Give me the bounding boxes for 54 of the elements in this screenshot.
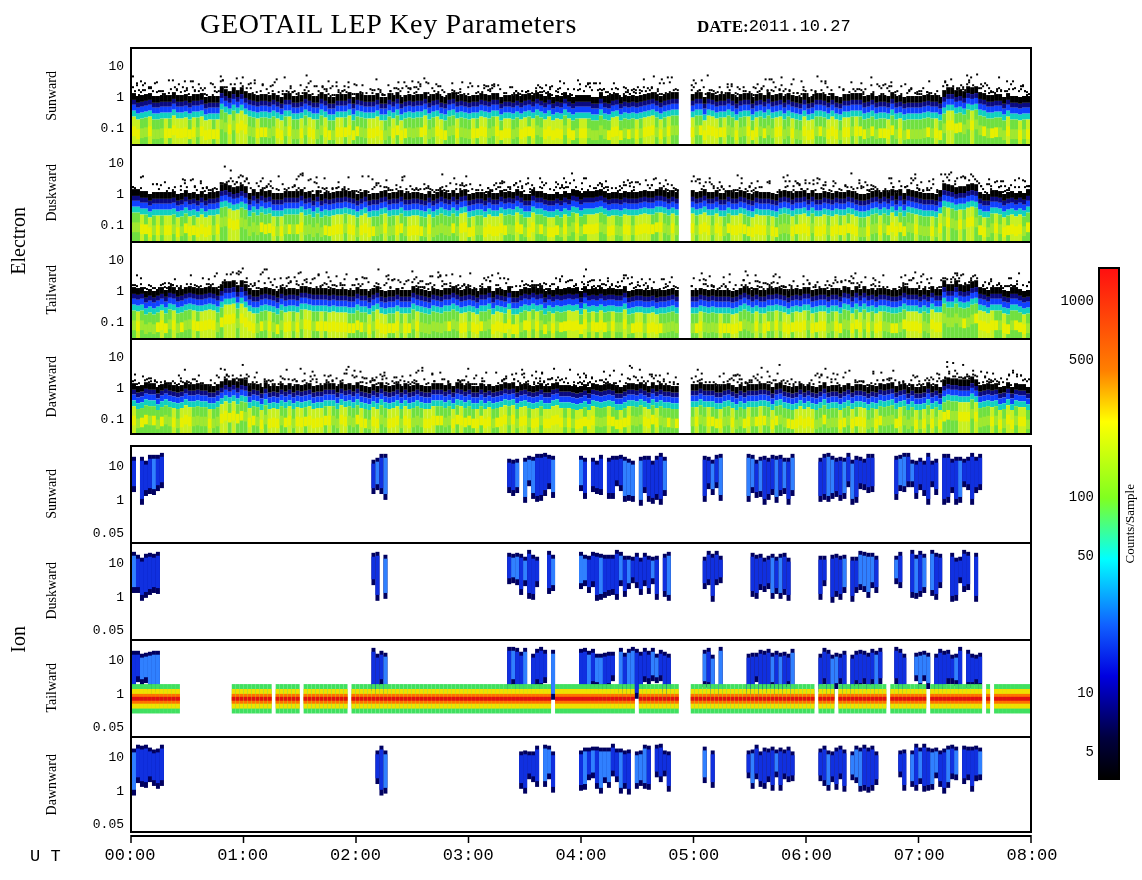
panel-label: Duskward [42,561,60,620]
x-tick-label: 04:00 [555,847,607,864]
y-tick-label: 1 [116,687,124,701]
colorbar-label: Counts/Sample [1121,483,1139,564]
y-tick-label: 1 [116,493,124,507]
y-tick-label: 1 [116,381,124,395]
x-axis-label: U T [30,845,61,868]
colorbar-tick-label: 5 [1085,745,1094,760]
panel-label: Sunward [42,70,60,121]
x-tick-label: 06:00 [781,847,832,864]
panel-label: Sunward [42,468,60,519]
panel-label: Dawnward [42,355,60,418]
group-label: Electron [6,207,30,275]
x-tick-label: 01:00 [217,847,269,864]
y-tick-label: 10 [108,556,124,570]
y-tick-label: 10 [108,653,124,667]
y-tick-label: 10 [108,59,124,73]
x-tick-label: 07:00 [893,847,945,864]
y-tick-label: 0.1 [100,121,124,135]
x-tick-label: 03:00 [442,847,494,864]
y-tick-label: 10 [108,156,124,170]
colorbar-tick-label: 100 [1068,490,1094,505]
y-tick-label: 0.05 [92,623,124,637]
date-label: DATE: [697,15,749,38]
y-tick-label: 0.1 [100,315,124,329]
y-tick-label: 1 [116,90,124,104]
x-tick-label: 08:00 [1006,847,1058,864]
y-tick-label: 10 [108,750,124,764]
y-tick-label: 0.1 [100,218,124,232]
y-tick-label: 1 [116,590,124,604]
y-tick-label: 1 [116,784,124,798]
x-tick-label: 00:00 [104,847,156,864]
y-tick-label: 0.05 [92,817,124,831]
y-tick-label: 0.05 [92,720,124,734]
panel-label: Tailward [42,264,60,315]
colorbar-tick-label: 10 [1077,686,1094,701]
plot-title: GEOTAIL LEP Key Parameters [200,6,577,41]
x-tick-label: 02:00 [330,847,381,864]
y-tick-label: 10 [108,350,124,364]
x-tick-label: 05:00 [668,847,720,864]
panel-label: Dawnward [42,753,60,816]
y-tick-label: 1 [116,187,124,201]
panel-label: Duskward [42,163,60,222]
date-value: 2011.10.27 [748,15,851,38]
colorbar-tick-label: 50 [1077,549,1094,564]
y-tick-label: 0.05 [92,526,124,540]
colorbar-tick-label: 500 [1068,353,1094,368]
colorbar-tick-label: 1000 [1060,294,1094,309]
y-tick-label: 1 [116,284,124,298]
panel-label: Tailward [42,662,60,713]
y-tick-label: 10 [108,459,124,473]
y-tick-label: 0.1 [100,412,124,426]
y-tick-label: 10 [108,253,124,267]
group-label: Ion [6,625,30,653]
